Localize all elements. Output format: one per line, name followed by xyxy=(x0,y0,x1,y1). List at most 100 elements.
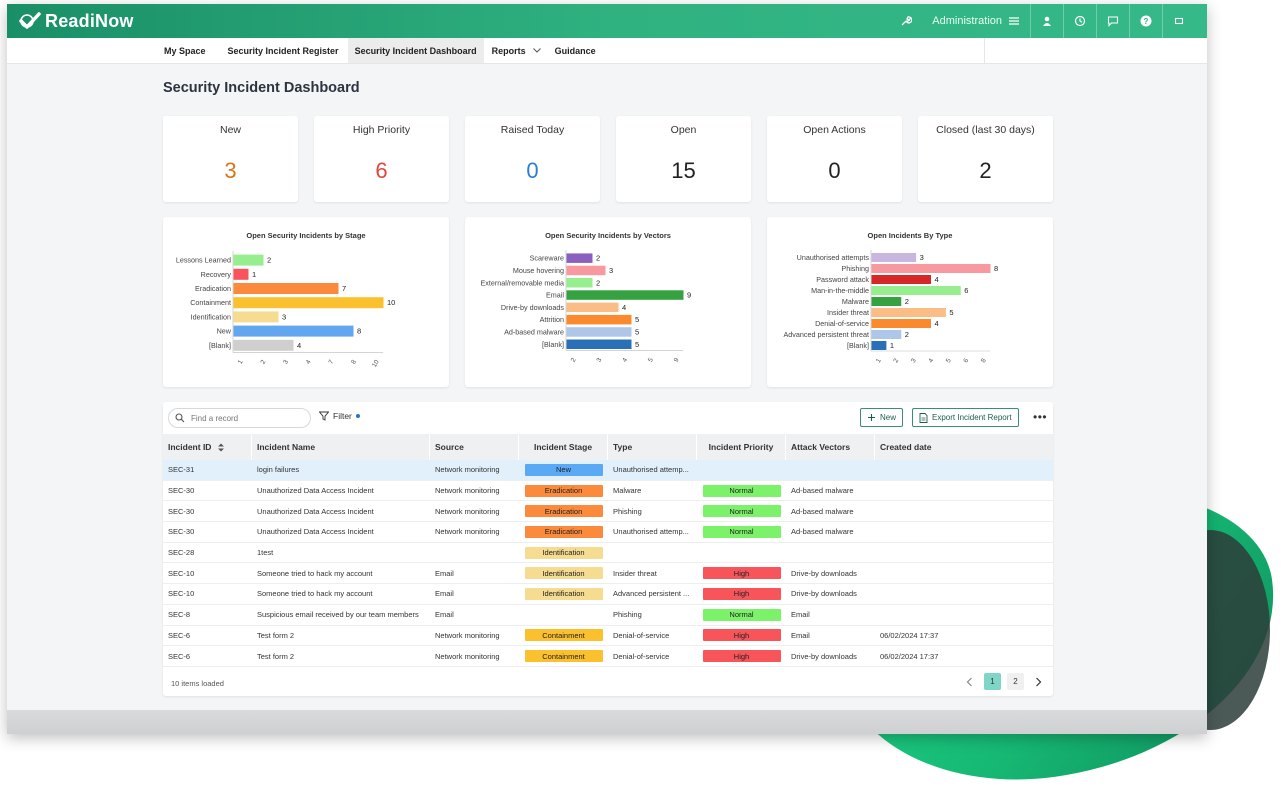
search-box[interactable] xyxy=(168,408,311,428)
chart-svg: Unauthorised attempts 3 Phishing 8 Password … xyxy=(783,250,998,364)
bar[interactable] xyxy=(233,283,339,294)
bar[interactable] xyxy=(566,327,632,337)
x-tick-label: 3 xyxy=(910,357,918,364)
nav-item-guidance[interactable]: Guidance xyxy=(548,38,603,63)
cell-incident-id: SEC-6 xyxy=(163,626,252,646)
search-icon xyxy=(175,413,185,423)
bar-value-label: 10 xyxy=(387,298,395,307)
more-options-button[interactable]: ••• xyxy=(1033,410,1047,424)
fullscreen-button[interactable] xyxy=(1162,4,1195,38)
table-row[interactable]: SEC-30 Unauthorized Data Access Incident N… xyxy=(163,522,1053,543)
column-header-created-date[interactable]: Created date xyxy=(875,434,1053,460)
bar-value-label: 1 xyxy=(252,270,256,279)
filter-button[interactable]: Filter xyxy=(319,411,360,421)
tools-button[interactable] xyxy=(890,4,922,38)
table-row[interactable]: SEC-10 Someone tried to hack my account Em… xyxy=(163,584,1053,605)
cell-text: Network monitoring xyxy=(435,486,500,496)
pagination: 1 2 xyxy=(961,673,1047,690)
page-1-button[interactable]: 1 xyxy=(984,673,1001,690)
summary-card-high-priority[interactable]: High Priority 6 xyxy=(314,116,449,202)
cell-incident-stage: Eradication xyxy=(519,522,608,542)
previous-page-button[interactable] xyxy=(961,673,978,690)
priority-badge: High xyxy=(702,587,781,600)
table-row[interactable]: SEC-28 1test Identification xyxy=(163,543,1053,564)
bar[interactable] xyxy=(871,308,946,317)
table-row[interactable]: SEC-30 Unauthorized Data Access Incident N… xyxy=(163,501,1053,523)
history-button[interactable] xyxy=(1063,4,1096,38)
column-header-source[interactable]: Source xyxy=(430,434,519,460)
bar[interactable] xyxy=(871,286,961,295)
bar[interactable] xyxy=(233,325,354,337)
cell-incident-name: Unauthorized Data Access Incident xyxy=(252,522,430,542)
logo[interactable]: ReadiNow xyxy=(19,11,134,32)
bar[interactable] xyxy=(871,319,932,328)
bar[interactable] xyxy=(233,297,384,309)
nav-item-reports[interactable]: Reports xyxy=(485,38,548,63)
nav-item-my-space[interactable]: My Space xyxy=(157,38,213,63)
cell-incident-id: SEC-31 xyxy=(163,460,252,480)
nav-item-security-incident-register[interactable]: Security Incident Register xyxy=(221,38,346,63)
summary-card-closed-30-days[interactable]: Closed (last 30 days) 2 xyxy=(918,116,1053,202)
bar[interactable] xyxy=(233,254,264,266)
cell-text: Advanced persistent ... xyxy=(613,589,690,599)
category-label: Mouse hovering xyxy=(513,266,564,275)
summary-card-open[interactable]: Open 15 xyxy=(616,116,751,202)
user-button[interactable] xyxy=(1030,4,1063,38)
bar[interactable] xyxy=(233,268,249,280)
help-button[interactable]: ? xyxy=(1129,4,1162,38)
next-page-button[interactable] xyxy=(1030,673,1047,690)
column-header-type[interactable]: Type xyxy=(608,434,697,460)
table-row[interactable]: SEC-8 Suspicious email received by our te… xyxy=(163,605,1053,626)
app-header: ReadiNow Administration ? xyxy=(7,4,1207,38)
bar[interactable] xyxy=(871,253,917,262)
cell-incident-stage xyxy=(519,605,608,625)
cell-text: Drive-by downloads xyxy=(791,589,857,599)
summary-card-raised-today[interactable]: Raised Today 0 xyxy=(465,116,600,202)
bar[interactable] xyxy=(871,264,991,273)
nav-item-security-incident-dashboard[interactable]: Security Incident Dashboard xyxy=(347,38,484,63)
summary-card-open-actions[interactable]: Open Actions 0 xyxy=(767,116,902,202)
nav-divider xyxy=(984,38,985,63)
main-nav: My Space Security Incident Register Secu… xyxy=(7,38,1207,64)
grid-footer: 10 items loaded 1 2 xyxy=(163,670,1053,696)
bar[interactable] xyxy=(566,278,593,288)
bar[interactable] xyxy=(566,290,684,300)
bar[interactable] xyxy=(566,339,632,350)
cell-text: Denial-of-service xyxy=(613,651,670,661)
x-tick-label: 5 xyxy=(945,357,953,364)
page-2-button[interactable]: 2 xyxy=(1007,673,1024,690)
chat-button[interactable] xyxy=(1096,4,1129,38)
column-header-incident-id[interactable]: Incident ID xyxy=(163,434,252,460)
bar[interactable] xyxy=(871,275,932,284)
category-label: Unauthorised attempts xyxy=(797,253,870,262)
new-button[interactable]: New xyxy=(860,408,904,427)
administration-menu[interactable]: Administration xyxy=(922,4,1030,38)
table-row[interactable]: SEC-6 Test form 2 Network monitoring Contai… xyxy=(163,626,1053,647)
table-row[interactable]: SEC-31 login failures Network monitoring Ne… xyxy=(163,460,1053,481)
bar[interactable] xyxy=(566,253,593,263)
column-header-incident-name[interactable]: Incident Name xyxy=(252,434,430,460)
bar[interactable] xyxy=(566,302,619,313)
bar[interactable] xyxy=(871,341,887,350)
export-incident-report-button[interactable]: Export Incident Report xyxy=(912,408,1019,427)
table-row[interactable]: SEC-10 Someone tried to hack my account Em… xyxy=(163,563,1053,585)
cell-attack-vectors xyxy=(786,460,875,480)
table-row[interactable]: SEC-30 Unauthorized Data Access Incident N… xyxy=(163,481,1053,502)
column-header-incident-stage[interactable]: Incident Stage xyxy=(519,434,608,460)
bar[interactable] xyxy=(233,339,294,351)
bar[interactable] xyxy=(871,330,902,339)
search-input[interactable] xyxy=(191,413,301,423)
summary-card-new[interactable]: New 3 xyxy=(163,116,298,202)
cell-type: Denial-of-service xyxy=(608,626,697,646)
nav-label: Security Incident Register xyxy=(227,45,339,56)
table-row[interactable]: SEC-6 Test form 2 Network monitoring Contai… xyxy=(163,646,1053,667)
cell-text: Test form 2 xyxy=(257,630,295,640)
bar[interactable] xyxy=(566,265,606,276)
x-tick-label: 3 xyxy=(282,359,290,366)
bar[interactable] xyxy=(871,297,902,306)
column-header-incident-priority[interactable]: Incident Priority xyxy=(697,434,786,460)
bar[interactable] xyxy=(566,314,632,325)
bar[interactable] xyxy=(233,311,279,323)
column-header-attack-vectors[interactable]: Attack Vectors xyxy=(786,434,875,460)
cell-text: SEC-6 xyxy=(168,630,191,640)
